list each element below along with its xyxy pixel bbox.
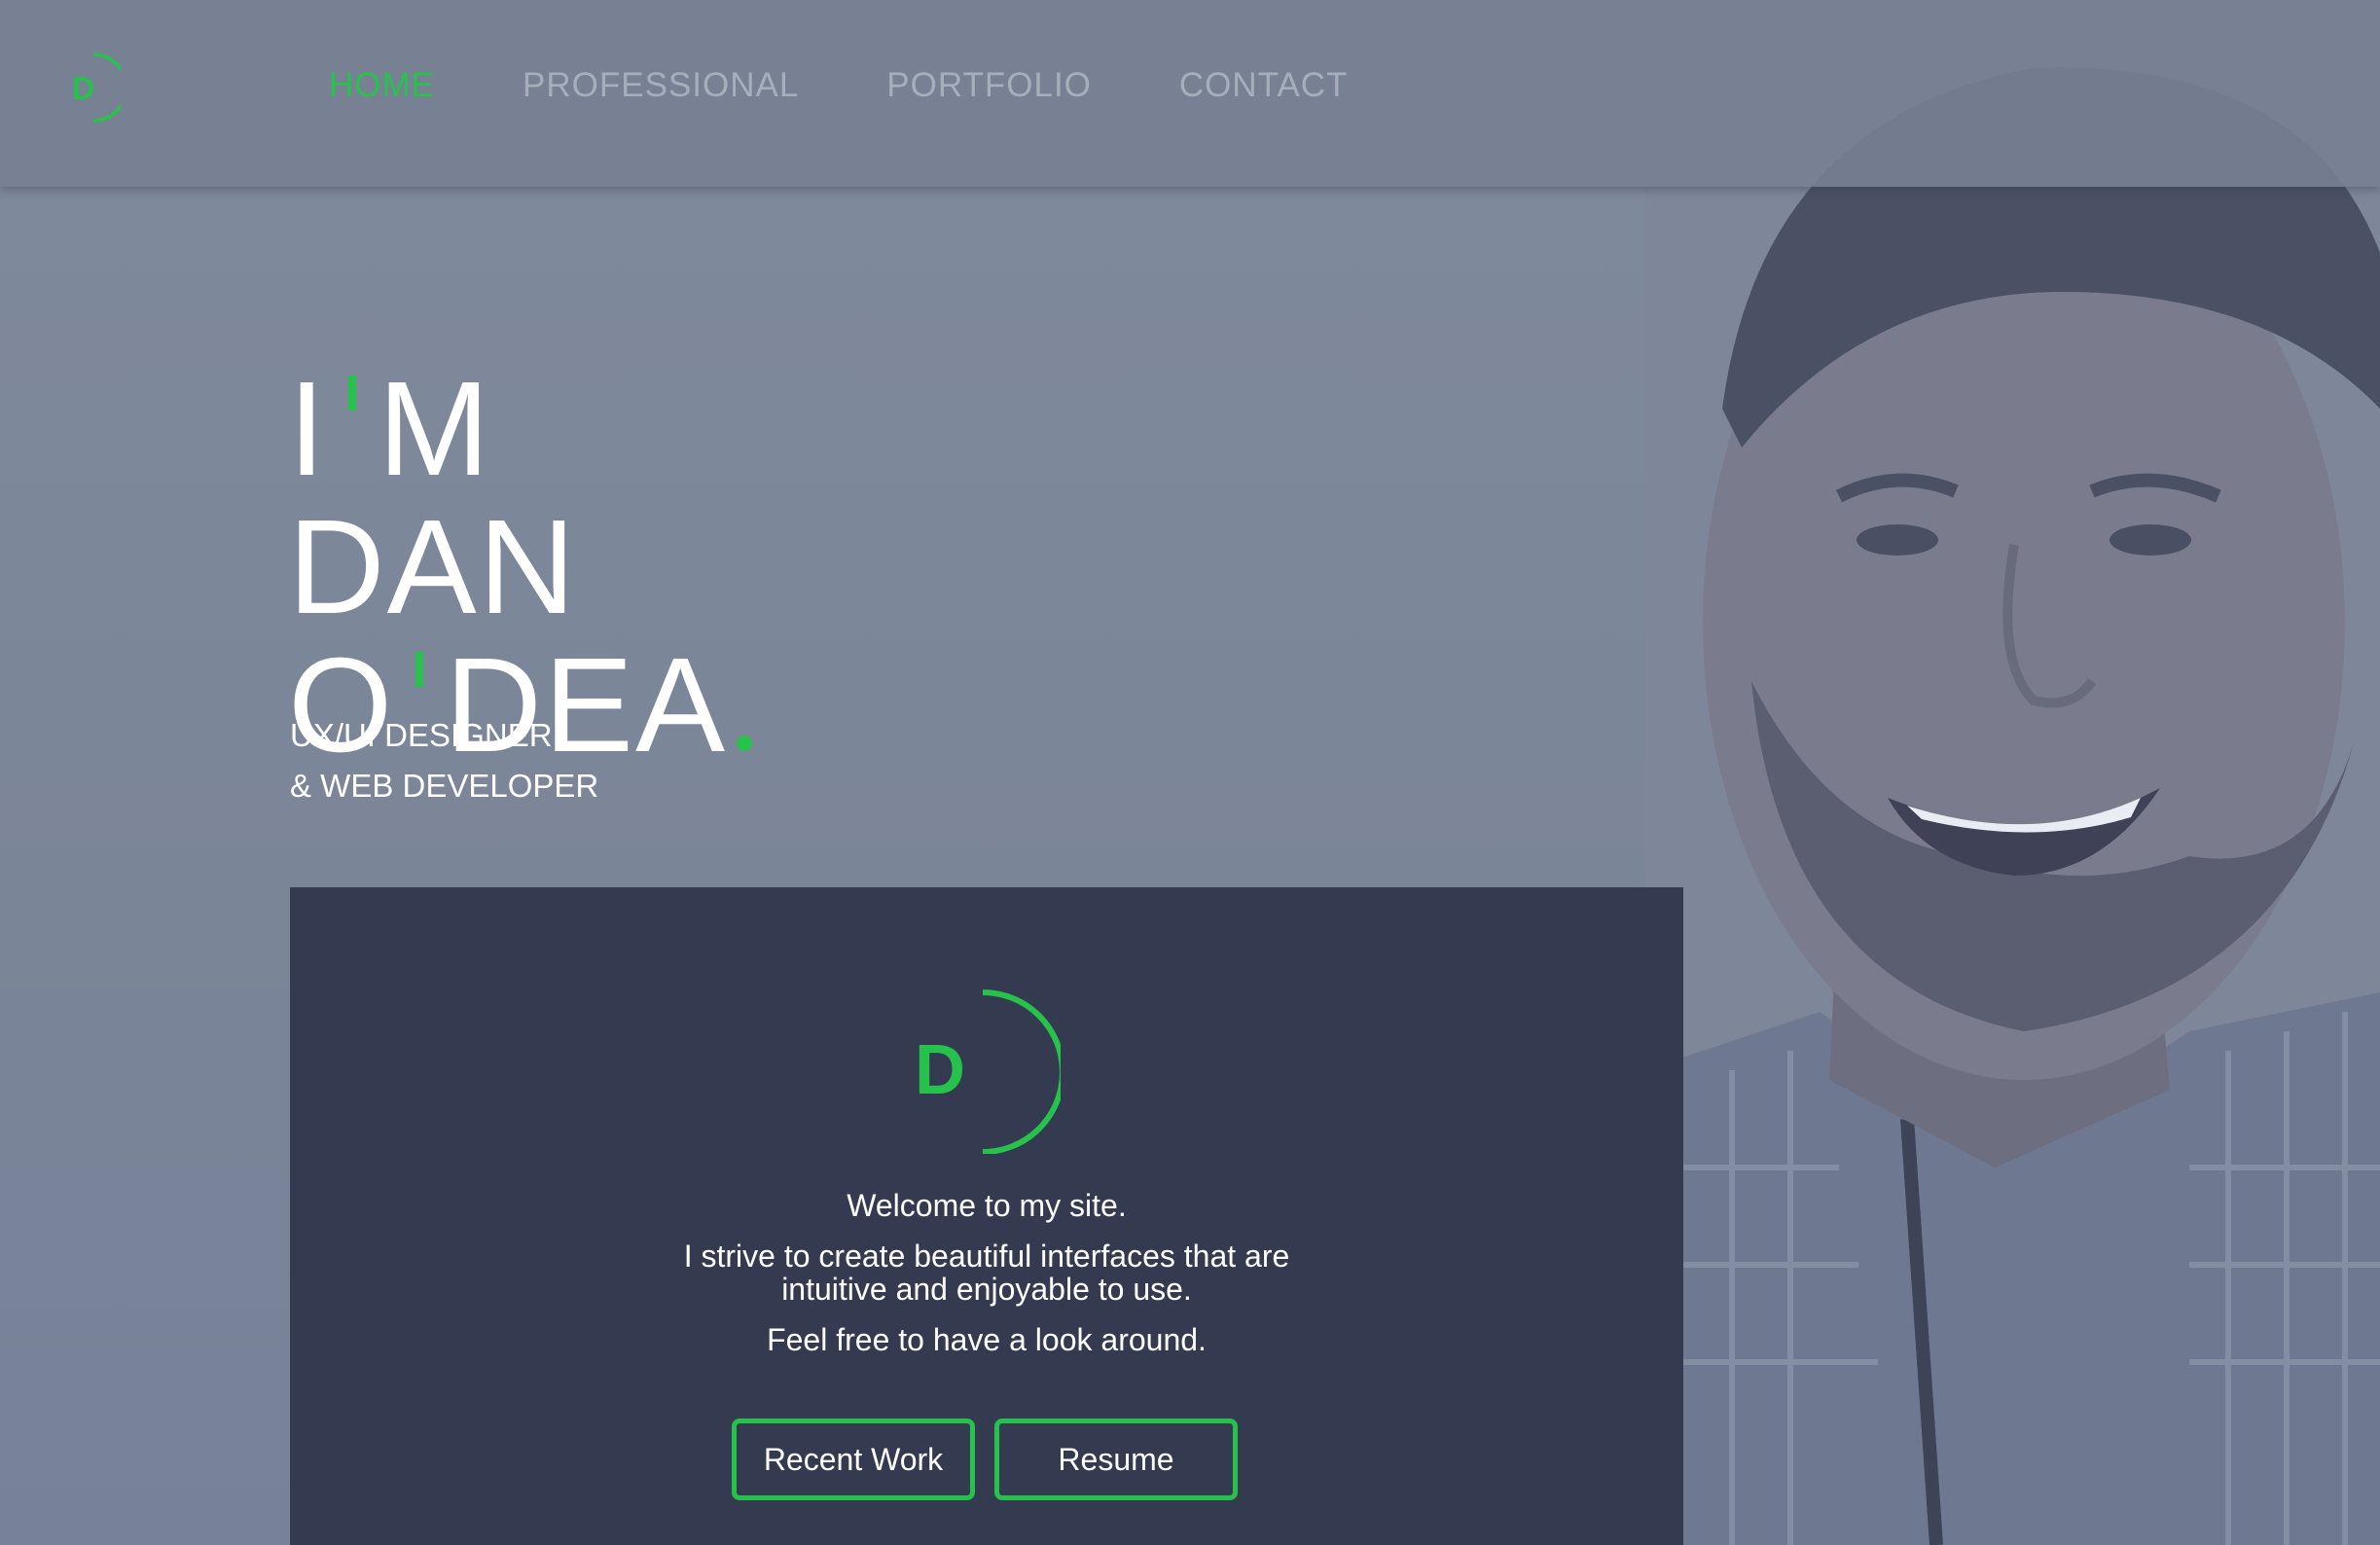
recent-work-button[interactable]: Recent Work <box>732 1419 975 1500</box>
card-buttons: Recent Work Resume <box>732 1419 1238 1500</box>
nav-portfolio[interactable]: PORTFOLIO <box>886 66 1092 105</box>
apostrophe-mark <box>415 652 424 688</box>
logo-mark-icon: D <box>915 989 1061 1154</box>
apostrophe-mark <box>348 376 357 412</box>
nav-professional[interactable]: PROFESSIONAL <box>523 66 799 105</box>
card-logo-letter: D <box>915 1031 965 1109</box>
nav-home[interactable]: HOME <box>329 66 435 105</box>
hero-line-1: IM <box>288 360 752 498</box>
hero-subtitle: UX/UI DESIGNER & WEB DEVELOPER <box>290 710 598 811</box>
welcome-body: I strive to create beautiful interfaces … <box>683 1239 1290 1307</box>
welcome-cta-text: Feel free to have a look around. <box>767 1322 1207 1357</box>
portrait-photo <box>1644 0 2380 1545</box>
hero-line1-b: M <box>378 354 492 505</box>
welcome-card: D Welcome to my site. I strive to create… <box>290 887 1683 1545</box>
nav-contact[interactable]: CONTACT <box>1179 66 1349 105</box>
resume-button[interactable]: Resume <box>994 1419 1238 1500</box>
hero-line1-a: I <box>288 354 328 505</box>
hero-line-2: DAN <box>288 492 578 643</box>
main-nav: HOME PROFESSIONAL PORTFOLIO CONTACT <box>329 66 1435 105</box>
logo-mark-icon[interactable]: D <box>62 51 121 125</box>
site-header: D HOME PROFESSIONAL PORTFOLIO CONTACT <box>0 0 2380 187</box>
subtitle-line-1: UX/UI DESIGNER <box>290 717 553 753</box>
welcome-heading: Welcome to my site. <box>847 1188 1127 1223</box>
logo-letter: D <box>72 71 94 106</box>
welcome-text: Welcome to my site. I strive to create b… <box>290 1189 1683 1374</box>
subtitle-line-2: & WEB DEVELOPER <box>290 768 599 804</box>
period-dot <box>737 736 753 752</box>
